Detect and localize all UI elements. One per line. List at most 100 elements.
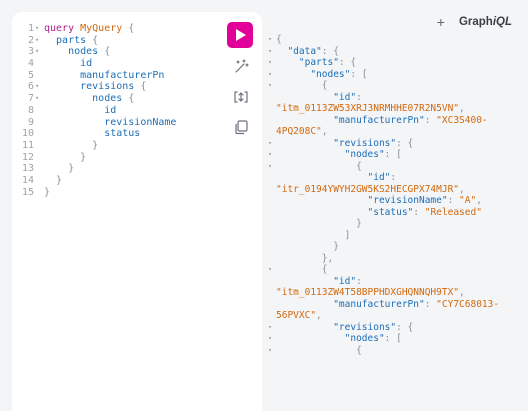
json-token: , (316, 310, 322, 321)
play-icon (236, 29, 246, 41)
line-number: 2 (27, 34, 34, 46)
result-text: { (276, 161, 362, 173)
copy-icon (235, 120, 248, 135)
code-token: { (122, 93, 135, 105)
result-text: } (276, 241, 339, 253)
result-text: 4PQ208C", (276, 126, 328, 138)
json-token: "nodes" (276, 68, 351, 80)
line-number: 6 (27, 81, 34, 93)
json-token: : (447, 195, 460, 206)
add-tab-button[interactable]: + (437, 14, 445, 30)
code-token: status (44, 128, 141, 140)
run-query-button[interactable] (227, 22, 253, 48)
fold-toggle-icon[interactable]: ▾ (268, 57, 272, 69)
json-token: "itr_0194YWYH2GW5KS2HECGPX74MJR" (276, 183, 460, 195)
fold-toggle-icon[interactable]: ▾ (35, 46, 39, 58)
code-text: nodes { (44, 46, 110, 58)
query-editor[interactable]: 1 ▾ query MyQuery {2 ▾ parts {3 ▾ nodes {4 i… (12, 12, 262, 411)
fold-toggle-icon[interactable]: ▾ (268, 264, 272, 276)
json-token: "nodes" (276, 149, 385, 160)
fold-toggle-icon[interactable]: ▾ (35, 35, 39, 47)
code-token: { (134, 81, 147, 93)
json-token: , (459, 183, 465, 195)
code-token: } (44, 174, 63, 186)
json-token: { (276, 34, 282, 45)
code-token: } (44, 139, 99, 151)
line-number: 12 (21, 151, 34, 163)
code-token: } (44, 151, 87, 163)
result-text: { (276, 345, 362, 357)
code-text: id (44, 105, 116, 117)
result-text: "nodes": [ (276, 149, 402, 161)
fold-toggle-icon[interactable]: ▾ (268, 149, 272, 161)
copy-query-button[interactable] (232, 118, 250, 136)
result-text: ] (276, 230, 351, 242)
fold-toggle-icon[interactable]: ▾ (268, 46, 272, 58)
json-token: : (424, 114, 437, 126)
json-token: "revisionName" (276, 195, 448, 206)
line-number: 15 (21, 186, 34, 198)
json-token: , (321, 126, 328, 137)
code-text: } (44, 175, 62, 187)
line-number: 1 (27, 23, 34, 34)
json-token: : (413, 206, 425, 218)
code-text: nodes { (44, 93, 134, 105)
code-text: revisionName (44, 117, 176, 129)
code-token: } (44, 186, 51, 198)
result-text: "nodes": [ (276, 68, 367, 81)
fold-toggle-icon[interactable]: ▾ (35, 93, 39, 105)
json-token: 4PQ208C" (276, 126, 322, 137)
code-text: parts { (44, 35, 98, 47)
line-number: 4 (27, 58, 34, 70)
line-number: 3 (27, 46, 34, 58)
code-text: query MyQuery { (44, 23, 134, 35)
magic-wand-icon (235, 59, 249, 73)
result-text: "parts": { (276, 57, 356, 69)
code-token: query (44, 23, 81, 34)
result-text: "status": "Released" (276, 207, 482, 219)
code-token: { (86, 34, 99, 46)
code-token: id (44, 58, 93, 70)
fold-toggle-icon[interactable]: ▾ (268, 333, 272, 345)
fold-toggle-icon[interactable]: ▾ (268, 161, 272, 173)
top-bar: + GraphiQL (437, 14, 512, 30)
fold-toggle-icon[interactable]: ▾ (268, 322, 272, 334)
result-text: { (276, 80, 328, 92)
line-number: 10 (21, 128, 34, 140)
json-token: { (276, 344, 362, 356)
fold-toggle-icon[interactable]: ▾ (268, 80, 272, 92)
code-text: revisions { (44, 81, 146, 93)
result-text: "id": (276, 92, 362, 104)
json-token: "Released" (424, 206, 482, 218)
result-text: "revisionName": "A", (276, 195, 482, 207)
json-token: "id" (276, 91, 357, 103)
json-token: "revisions" (276, 321, 397, 333)
result-text: "nodes": [ (276, 333, 402, 345)
merge-fragments-button[interactable] (232, 88, 250, 106)
prettify-button[interactable] (232, 58, 250, 76)
json-token: : { (396, 137, 414, 149)
code-token: parts (44, 34, 87, 46)
result-text: "revisions": { (276, 138, 413, 150)
fold-toggle-icon[interactable]: ▾ (268, 345, 272, 357)
fold-toggle-icon[interactable]: ▾ (268, 34, 272, 46)
fold-toggle-icon[interactable]: ▾ (35, 81, 39, 93)
result-viewer[interactable]: + GraphiQL ▾{▾ "data": {▾ "parts": {▾ "n… (262, 0, 528, 411)
fold-toggle-icon[interactable]: ▾ (35, 23, 39, 35)
code-text: status (44, 128, 140, 140)
json-token: "status" (276, 206, 414, 218)
result-text: "manufacturerPn": "XC3S400- (276, 114, 488, 127)
result-text: { (276, 34, 282, 46)
result-text: }, (276, 253, 333, 265)
line-number: 13 (21, 163, 34, 175)
fold-toggle-icon[interactable]: ▾ (268, 69, 272, 81)
line-number: 9 (27, 116, 34, 128)
json-token: "A" (459, 195, 477, 206)
json-token: "XC3S400- (436, 114, 488, 126)
json-token: : (424, 298, 437, 310)
json-token: , (476, 195, 482, 206)
fold-toggle-icon[interactable]: ▾ (268, 138, 272, 150)
result-text: "id": (276, 276, 362, 288)
json-token: : { (338, 57, 357, 68)
json-token: 56PVXC" (276, 310, 317, 321)
